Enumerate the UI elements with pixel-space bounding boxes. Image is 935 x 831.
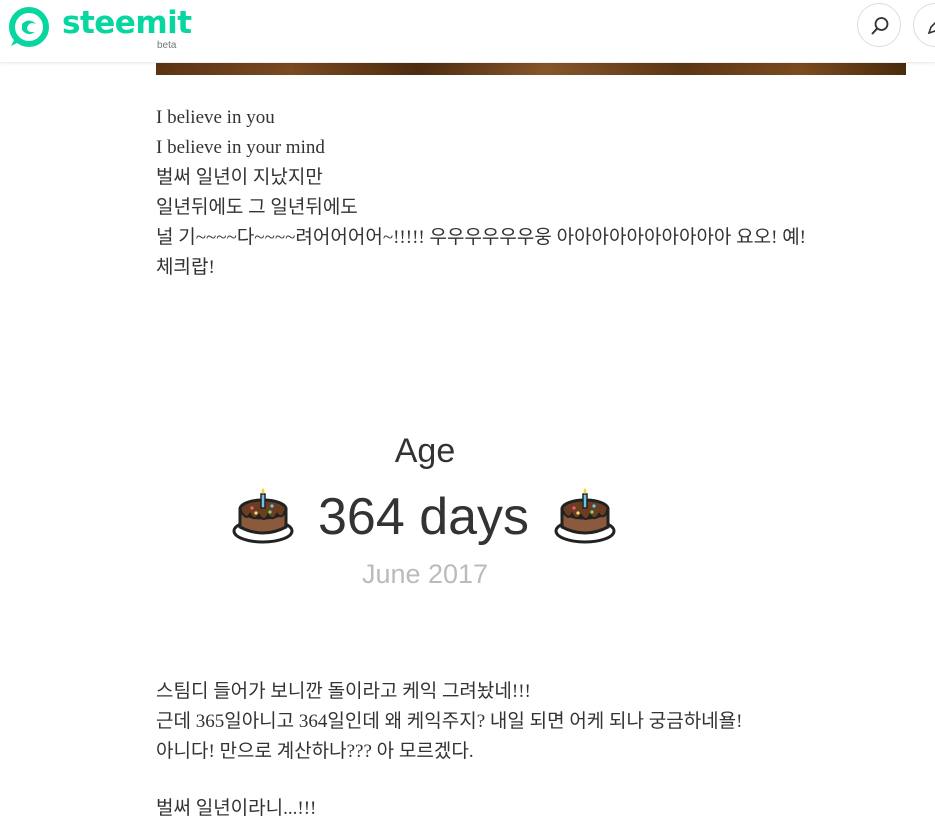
steemit-logo-icon[interactable] [5,4,51,50]
post-paragraph-3: 벌써 일년이라니...!!! [156,794,316,824]
beta-badge: beta [157,40,177,51]
pencil-icon [927,21,935,35]
post-header-image [156,62,906,75]
search-button[interactable] [857,3,901,47]
birthday-cake-icon [232,488,294,544]
text-line: 벌써 일년이 지났지만 [156,167,323,188]
account-age-widget: Age 364 days June 2017 [200,425,650,595]
text-line: I believe in you [156,107,275,128]
text-line: 체킈랍! [156,257,215,278]
post-paragraph-1: I believe in you I believe in your mind … [156,103,806,283]
text-line: I believe in your mind [156,137,325,158]
text-line: 근데 365일아니고 364일인데 왜 케익주지? 내일 되면 어케 되나 궁금… [156,711,743,732]
write-post-button[interactable] [913,3,935,47]
age-date: June 2017 [361,559,489,589]
top-header: steemit beta [0,0,935,63]
age-value: 364 days [318,488,530,546]
text-line: 널 기~~~~다~~~~려어어어어~!!!!! 우우우우우우웅 아아아아아아아아… [156,227,806,248]
text-line: 벌써 일년이라니...!!! [156,798,317,819]
age-label: Age [394,432,456,470]
text-line: 스팀디 들어가 보니깐 돌이라고 케익 그려놨네!!! [156,681,531,702]
birthday-cake-icon [554,488,616,544]
post-paragraph-2: 스팀디 들어가 보니깐 돌이라고 케익 그려놨네!!! 근데 365일아니고 3… [156,677,742,767]
search-icon [871,17,889,35]
brand-name[interactable]: steemit [62,5,192,41]
text-line: 아니다! 만으로 계산하나??? 아 모르겠다. [156,741,474,762]
text-line: 일년뒤에도 그 일년뒤에도 [156,197,358,218]
